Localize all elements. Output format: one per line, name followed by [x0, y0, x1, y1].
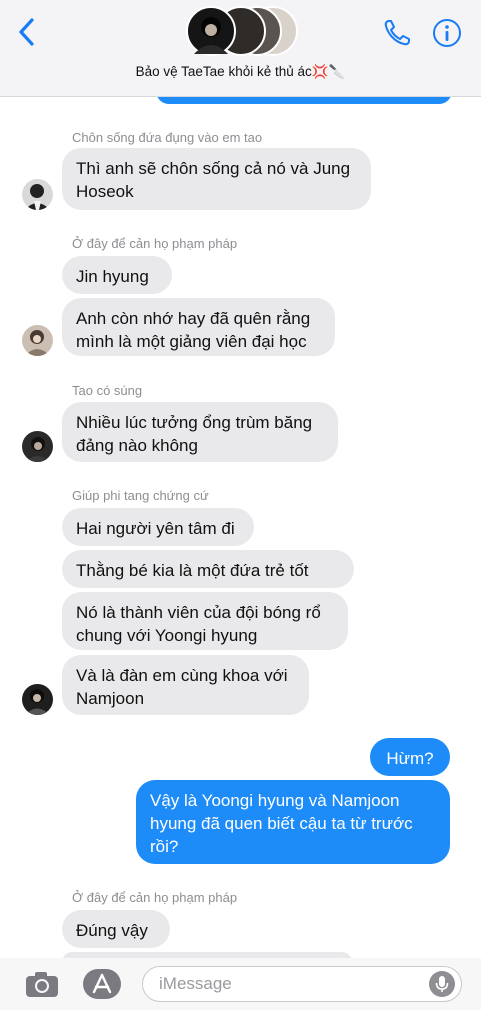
- sender-avatar[interactable]: [22, 325, 53, 356]
- group-avatars[interactable]: [186, 6, 298, 58]
- info-icon[interactable]: [432, 18, 462, 48]
- sender-name: Giúp phi tang chứng cứ: [72, 488, 209, 503]
- sender-name: Chôn sống đứa đụng vào em tao: [72, 130, 263, 145]
- sender-name: Tao có súng: [72, 383, 143, 398]
- message-bubble[interactable]: Hai người yên tâm đi: [62, 508, 254, 546]
- message-bubble[interactable]: Nhiều lúc tưởng ổng trùm băng đảng nào k…: [62, 402, 338, 462]
- conversation-title[interactable]: Bảo vệ TaeTae khỏi kẻ thủ ác💢🔪: [0, 64, 481, 80]
- conversation: Chôn sống đứa đụng vào em tao Thì anh sẽ…: [0, 0, 481, 1010]
- sender-avatar[interactable]: [22, 431, 53, 462]
- sender-avatar[interactable]: [22, 684, 53, 715]
- message-bubble[interactable]: Nó là thành viên của đội bóng rổ chung v…: [62, 592, 348, 650]
- camera-icon[interactable]: [24, 969, 60, 999]
- sender-avatar[interactable]: [22, 179, 53, 210]
- microphone-icon[interactable]: [429, 971, 455, 997]
- message-bubble[interactable]: Thằng bé kia là một đứa trẻ tốt: [62, 550, 354, 588]
- conversation-header: Bảo vệ TaeTae khỏi kẻ thủ ác💢🔪: [0, 0, 481, 97]
- message-composer-bar: iMessage: [0, 958, 481, 1010]
- app-store-icon[interactable]: [82, 968, 122, 1000]
- back-chevron-icon[interactable]: [14, 14, 40, 50]
- phone-icon[interactable]: [382, 18, 412, 48]
- message-bubble[interactable]: Và là đàn em cùng khoa với Namjoon: [62, 655, 309, 715]
- group-avatar: [186, 6, 236, 56]
- message-bubble[interactable]: Thì anh sẽ chôn sống cả nó và Jung Hoseo…: [62, 148, 371, 210]
- sender-name: Ở đây để cản họ phạm pháp: [72, 890, 238, 905]
- message-bubble-outgoing[interactable]: Hừm?: [370, 738, 450, 776]
- message-input-placeholder: iMessage: [159, 974, 232, 993]
- message-input[interactable]: iMessage: [142, 966, 462, 1002]
- message-bubble-outgoing[interactable]: Vậy là Yoongi hyung và Namjoon hyung đã …: [136, 780, 450, 864]
- sender-name: Ở đây để cản họ phạm pháp: [72, 236, 238, 251]
- message-bubble[interactable]: Đúng vậy: [62, 910, 170, 948]
- message-bubble[interactable]: Jin hyung: [62, 256, 172, 294]
- message-bubble[interactable]: Anh còn nhớ hay đã quên rằng mình là một…: [62, 298, 335, 356]
